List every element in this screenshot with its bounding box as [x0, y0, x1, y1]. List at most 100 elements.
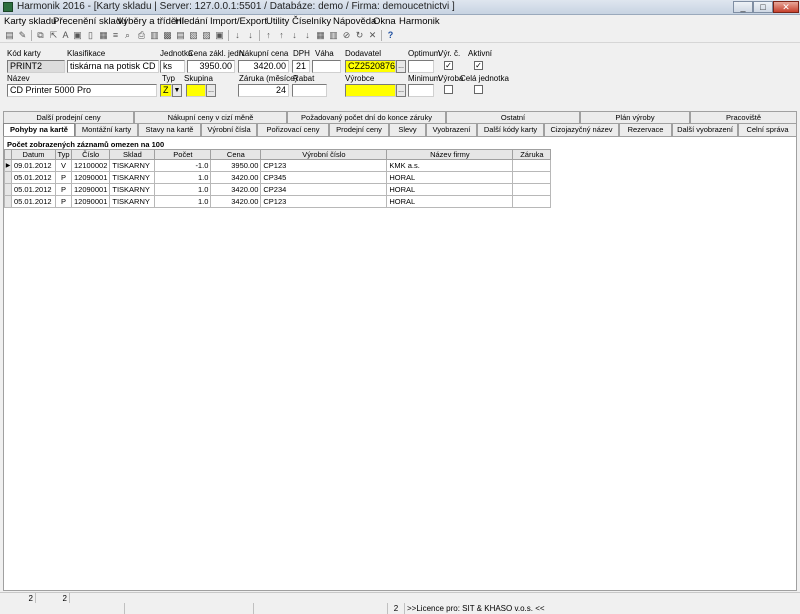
insert-icon[interactable]: ▦ [315, 30, 326, 41]
col-typ[interactable]: Typ [55, 149, 72, 160]
vaha-field[interactable] [312, 60, 341, 73]
col-zaruka[interactable]: Záruka [512, 149, 552, 160]
typ-select[interactable]: Z [160, 84, 172, 97]
columns-icon[interactable]: ▩ [162, 30, 173, 41]
document-icon[interactable]: ▯ [85, 30, 96, 41]
table-row[interactable]: ▶ 09.01.2012 V 12100002 TISKARNY -1.0 39… [4, 159, 552, 172]
label-nakupni-cena: Nákupní cena [239, 49, 289, 58]
nazev-field[interactable]: CD Printer 5000 Pro [7, 84, 157, 97]
menu-preceneni-skladu[interactable]: Přecenění skladu [53, 15, 126, 28]
jednotka-field[interactable]: ks [160, 60, 185, 73]
tab-ostatni[interactable]: Ostatní [446, 111, 580, 123]
cena-zakl-field[interactable]: 3950.00 [187, 60, 235, 73]
nakupni-cena-field[interactable]: 3420.00 [238, 60, 289, 73]
kod-karty-field[interactable]: PRINT2 [7, 60, 65, 73]
menu-import-export[interactable]: Import/Export [210, 15, 267, 28]
tab-vyobrazeni[interactable]: Vyobrazení [426, 123, 477, 136]
tab-montazni-karty[interactable]: Montážní karty [75, 123, 138, 136]
vyrobce-field[interactable] [345, 84, 396, 97]
vyrobce-browse-button[interactable]: ... [396, 84, 406, 97]
arrow-down-icon[interactable]: ↓ [232, 30, 243, 41]
cancel-icon[interactable]: ✕ [367, 30, 378, 41]
print-icon[interactable]: ⎙ [136, 30, 147, 41]
col-vyrobni-cislo[interactable]: Výrobní číslo [260, 149, 388, 160]
menu-utility[interactable]: Utility [266, 15, 289, 28]
aktivni-checkbox[interactable]: ✓ [474, 61, 483, 70]
col-datum[interactable]: Datum [11, 149, 56, 160]
arrow-down-last-icon[interactable]: ↓ [302, 30, 313, 41]
dodavatel-field[interactable]: CZ25208764 [345, 60, 396, 73]
tab-pohyby-na-karte[interactable]: Pohyby na kartě [3, 123, 75, 136]
menu-karty-skladu[interactable]: Karty skladu [4, 15, 56, 28]
klasifikace-field[interactable]: tiskárna na potisk CD [67, 60, 159, 73]
optimum-field[interactable] [408, 60, 434, 73]
refresh-icon[interactable]: ↻ [354, 30, 365, 41]
tab-pozadovany-pocet-dni[interactable]: Požadovaný počet dní do konce záruky [287, 111, 446, 123]
tab-porizovaci-ceny[interactable]: Pořizovací ceny [257, 123, 329, 136]
arrow-down-next-icon[interactable]: ↓ [289, 30, 300, 41]
table-row[interactable]: 05.01.2012 P 12090001 TISKARNY 1.0 3420.… [4, 183, 552, 196]
vyroba-checkbox[interactable] [444, 85, 453, 94]
tab-celni-sprava[interactable]: Celní správa [738, 123, 797, 136]
skupina-field[interactable] [186, 84, 206, 97]
rabat-field[interactable] [292, 84, 327, 97]
zaruka-field[interactable]: 24 [238, 84, 289, 97]
menu-harmonik[interactable]: Harmonik [399, 15, 440, 28]
calc-icon[interactable]: ▣ [214, 30, 225, 41]
filter-icon[interactable]: ▨ [201, 30, 212, 41]
col-cislo[interactable]: Číslo [70, 149, 111, 160]
tab-dalsi-kody-karty[interactable]: Další kódy karty [477, 123, 544, 136]
new-icon[interactable]: ▤ [4, 30, 15, 41]
tab-stavy-na-karte[interactable]: Stavy na kartě [138, 123, 201, 136]
arrow-up-first-icon[interactable]: ↑ [263, 30, 274, 41]
menu-vybery-a-trideni[interactable]: Výběry a třídění [117, 15, 184, 28]
col-sklad[interactable]: Sklad [109, 149, 156, 160]
disable-icon[interactable]: ⊘ [341, 30, 352, 41]
cela-jednotka-checkbox[interactable] [474, 85, 483, 94]
menu-okna[interactable]: Okna [373, 15, 396, 28]
edit-icon[interactable]: ✎ [17, 30, 28, 41]
tab-plan-vyroby[interactable]: Plán výroby [580, 111, 690, 123]
dodavatel-browse-button[interactable]: ... [396, 60, 406, 73]
tab-dalsi-prodejni-ceny[interactable]: Další prodejní ceny [3, 111, 134, 123]
tab-rezervace[interactable]: Rezervace [619, 123, 672, 136]
minimum-field[interactable] [408, 84, 434, 97]
vyr-c-checkbox[interactable]: ✓ [444, 61, 453, 70]
menu-hledani[interactable]: Hledání [175, 15, 208, 28]
export-icon[interactable]: ⇱ [48, 30, 59, 41]
skupina-browse-button[interactable]: ... [206, 84, 216, 97]
table-icon[interactable]: ▦ [98, 30, 109, 41]
maximize-button[interactable]: □ [753, 1, 773, 13]
menu-napoveda[interactable]: Nápověda [333, 15, 376, 28]
minimize-button[interactable]: _ [733, 1, 753, 13]
grid-icon[interactable]: ▥ [149, 30, 160, 41]
copy-icon[interactable]: ⧉ [35, 30, 46, 41]
rows-icon[interactable]: ▤ [175, 30, 186, 41]
search-icon[interactable]: ⌕ [122, 30, 133, 41]
chart-icon[interactable]: ▧ [188, 30, 199, 41]
table-row[interactable]: 05.01.2012 P 12090001 TISKARNY 1.0 3420.… [4, 171, 552, 184]
dph-field[interactable]: 21 [292, 60, 310, 73]
col-cena[interactable]: Cena [210, 149, 262, 160]
a-icon[interactable]: A [60, 30, 71, 41]
col-pocet[interactable]: Počet [154, 149, 212, 160]
col-nazev-firmy[interactable]: Název firmy [386, 149, 514, 160]
tab-pracoviste[interactable]: Pracoviště [690, 111, 797, 123]
list-icon[interactable]: ≡ [110, 30, 121, 41]
arrow-up-icon[interactable]: ↑ [276, 30, 287, 41]
tab-dalsi-vyobrazeni[interactable]: Další vyobrazení [672, 123, 738, 136]
close-button[interactable]: ✕ [773, 1, 799, 13]
arrow-down-icon[interactable]: ↓ [245, 30, 256, 41]
tab-prodejni-ceny[interactable]: Prodejní ceny [329, 123, 389, 136]
typ-dropdown-icon[interactable]: ▼ [172, 84, 182, 97]
status-bar-top: 2 2 [0, 592, 800, 604]
table-row[interactable]: 05.01.2012 P 12090001 TISKARNY 1.0 3420.… [4, 195, 552, 208]
tab-slevy[interactable]: Slevy [389, 123, 426, 136]
tab-cizojazycny-nazev[interactable]: Cizojazyčný název [544, 123, 619, 136]
tab-nakupni-ceny-v-cizi-mene[interactable]: Nákupní ceny v cizí měně [134, 111, 287, 123]
save-icon[interactable]: ▣ [72, 30, 83, 41]
delete-icon[interactable]: ▥ [328, 30, 339, 41]
menu-ciselniky[interactable]: Číselníky [292, 15, 331, 28]
help-icon[interactable]: ? [385, 30, 396, 41]
tab-vyrobni-cisla[interactable]: Výrobní čísla [201, 123, 257, 136]
